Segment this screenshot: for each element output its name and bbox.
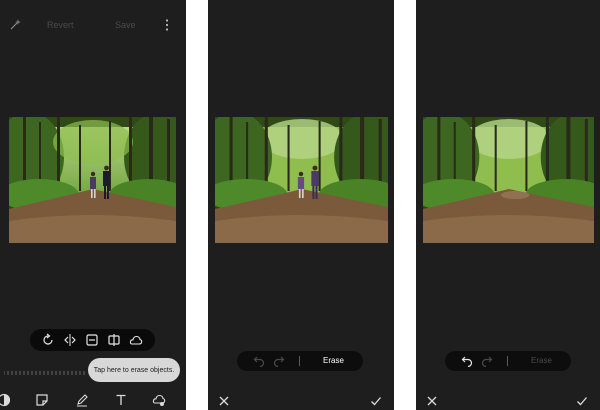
undo-icon[interactable] bbox=[461, 355, 473, 367]
draw-icon[interactable] bbox=[75, 393, 89, 407]
rotate-icon[interactable] bbox=[41, 333, 55, 347]
save-button[interactable]: Save bbox=[115, 20, 136, 30]
undo-icon[interactable] bbox=[253, 355, 265, 367]
edit-tools-bar bbox=[30, 329, 155, 351]
more-options-icon[interactable] bbox=[163, 18, 171, 32]
filter-icon[interactable] bbox=[0, 393, 11, 407]
photo-forest-path[interactable] bbox=[215, 117, 388, 243]
photo-forest-path[interactable] bbox=[9, 117, 176, 243]
divider bbox=[299, 356, 300, 366]
erase-objects-tooltip: Tap here to erase objects. bbox=[88, 358, 180, 382]
confirm-icon[interactable] bbox=[576, 395, 588, 407]
text-icon[interactable] bbox=[114, 393, 128, 407]
top-bar: Revert Save bbox=[0, 12, 186, 36]
adjustment-slider[interactable] bbox=[4, 370, 88, 376]
erase-button[interactable]: Erase bbox=[323, 356, 344, 365]
erase-button[interactable]: Erase bbox=[531, 356, 552, 365]
object-eraser-icon[interactable] bbox=[152, 393, 166, 407]
erase-controls-bar: Erase bbox=[237, 351, 363, 371]
crop-icon[interactable] bbox=[107, 333, 121, 347]
confirm-icon[interactable] bbox=[370, 395, 382, 407]
bottom-toolbar bbox=[0, 390, 186, 410]
redo-icon[interactable] bbox=[273, 355, 285, 367]
erase-controls-bar: Erase bbox=[445, 351, 571, 371]
object-eraser-screen: Erase bbox=[208, 0, 394, 410]
revert-button[interactable]: Revert bbox=[47, 20, 74, 30]
cancel-icon[interactable] bbox=[426, 395, 438, 407]
photo-forest-path-erased[interactable] bbox=[423, 117, 594, 243]
editor-screen: Revert Save Tap here to erase objects. bbox=[0, 0, 186, 410]
flip-icon[interactable] bbox=[63, 333, 77, 347]
auto-enhance-icon[interactable] bbox=[8, 18, 22, 32]
resize-icon[interactable] bbox=[85, 333, 99, 347]
sticker-icon[interactable] bbox=[35, 393, 49, 407]
object-eraser-icon[interactable] bbox=[129, 333, 143, 347]
redo-icon[interactable] bbox=[481, 355, 493, 367]
cancel-icon[interactable] bbox=[218, 395, 230, 407]
divider bbox=[507, 356, 508, 366]
object-erased-screen: Erase bbox=[416, 0, 600, 410]
